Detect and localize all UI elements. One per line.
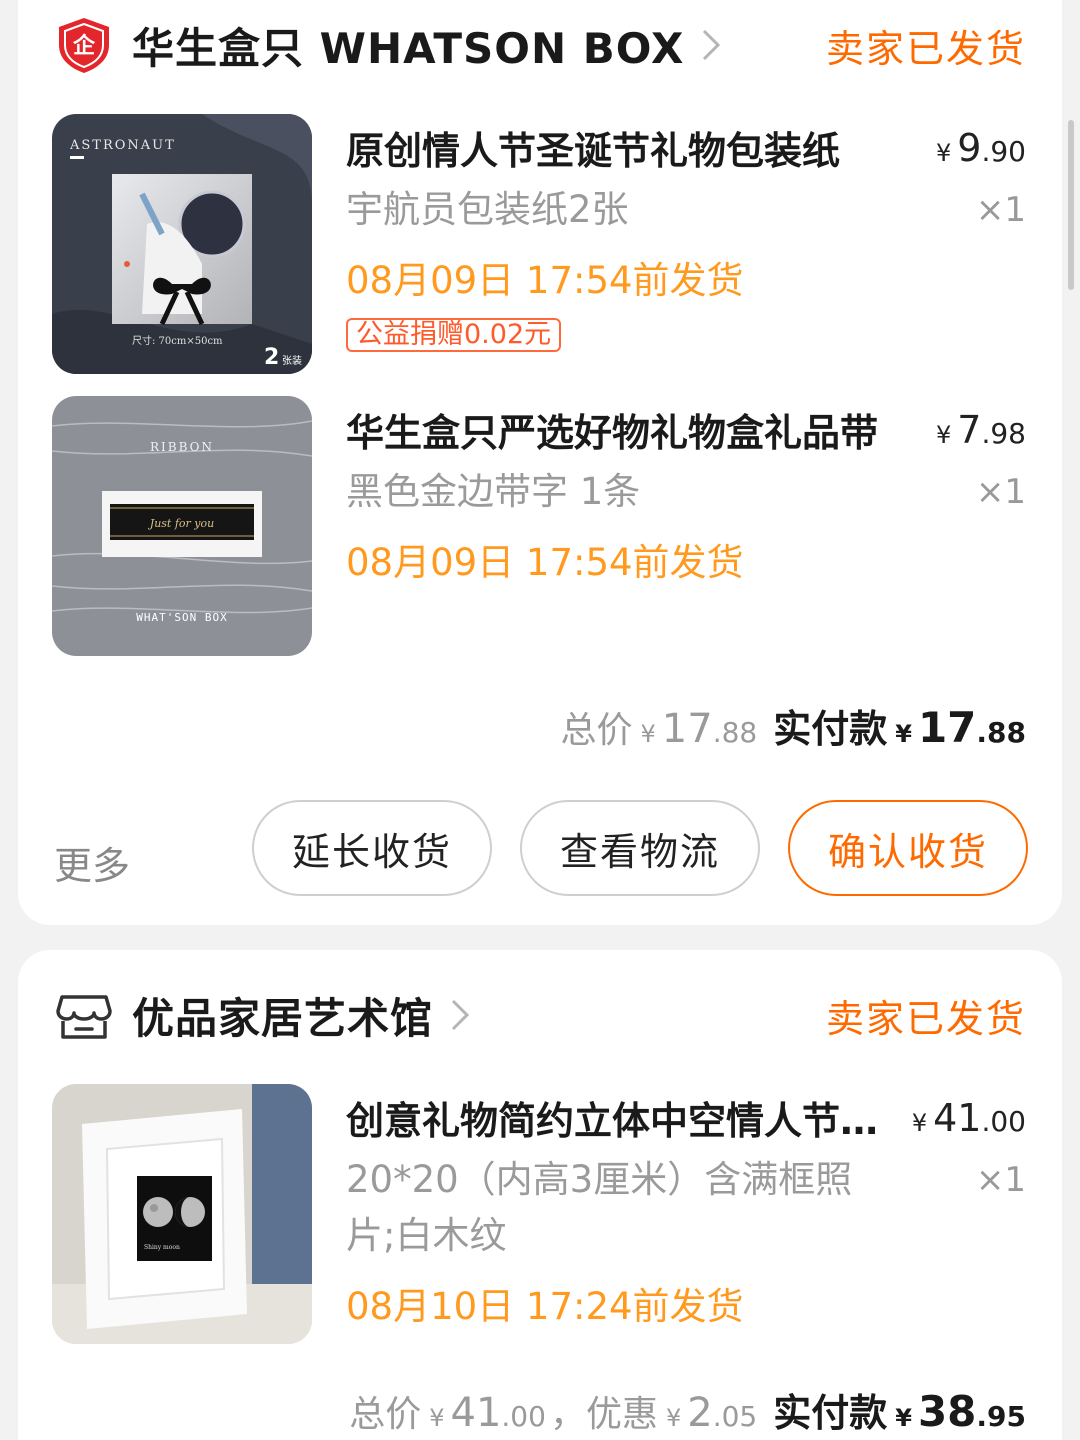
shop-name[interactable]: 华生盒只 WHATSON BOX [132,15,684,76]
shop-header[interactable]: 企 华生盒只 WHATSON BOX 卖家已发货 [54,10,1026,80]
scrollbar[interactable] [1068,120,1074,290]
thumb-count-unit: 张装 [282,354,302,367]
ship-deadline: 08月09日 17:54前发货 [346,259,744,302]
shop-header[interactable]: 优品家居艺术馆 卖家已发货 [54,980,1026,1050]
ship-deadline: 08月10日 17:24前发货 [346,1285,744,1328]
product-price: ¥7.98 [936,408,1026,452]
product-title[interactable]: 原创情人节圣诞节礼物包装纸 [346,120,881,175]
order-card: 优品家居艺术馆 卖家已发货 Shiny moon 创意礼物简约立体中空情人节相框… [18,950,1062,1440]
thumb-count-number: 2 [264,345,279,370]
product-spec: 20*20（内高3厘米）含满框照片;白木纹 [346,1158,853,1257]
shop-name[interactable]: 优品家居艺术馆 [132,985,433,1046]
product-quantity: ×1 [975,472,1026,512]
product-thumbnail[interactable]: RIBBON Just for you WHAT'SON BOX [52,396,312,656]
thumb-caption-text: Shiny moon [144,1244,180,1251]
thumb-size-text: 尺寸: 70cm×50cm [132,334,223,347]
enterprise-shield-icon: 企 [59,18,109,73]
order-status: 卖家已发货 [825,996,1026,1041]
product-title[interactable]: 华生盒只严选好物礼物盒礼品带 [346,402,881,457]
thumb-ribbon-text: Just for you [148,517,214,530]
view-logistics-button[interactable]: 查看物流 [520,800,760,896]
svg-text:企: 企 [72,33,96,59]
product-price: ¥9.90 [936,126,1026,170]
order-status: 卖家已发货 [825,26,1026,71]
product-price: ¥41.00 [911,1096,1026,1140]
product-spec: 黑色金边带字 1条 [346,470,641,513]
product-title[interactable]: 创意礼物简约立体中空情人节相框 [346,1090,881,1145]
thumb-footer-text: WHAT'SON BOX [136,611,227,624]
order-card: 企 华生盒只 WHATSON BOX 卖家已发货 ASTRONAUT 尺寸: 7… [18,0,1062,925]
thumb-brand-text: ASTRONAUT [69,138,176,153]
product-thumbnail[interactable]: ASTRONAUT 尺寸: 70cm×50cm 2 张装 [52,114,312,374]
product-thumbnail[interactable]: Shiny moon [52,1084,312,1344]
charity-tag: 公益捐赠0.02元 [346,318,562,352]
thumb-brand-text: RIBBON [150,440,214,454]
more-button[interactable]: 更多 [54,835,130,890]
extend-receipt-button[interactable]: 延长收货 [252,800,492,896]
storefront-icon [56,995,112,1039]
chevron-right-icon [703,29,721,61]
confirm-receipt-button[interactable]: 确认收货 [788,800,1028,896]
ship-deadline: 08月09日 17:54前发货 [346,541,744,584]
order-summary: 总价 ¥ 17 .88 实付款 ¥ 17 .88 [560,703,1026,752]
product-quantity: ×1 [975,1160,1026,1200]
product-spec: 宇航员包装纸2张 [346,188,629,231]
product-quantity: ×1 [975,190,1026,230]
order-summary: 总价 ¥ 41 .00 ，优惠 ¥ 2 .05 实付款 ¥ 38 .95 [349,1387,1026,1436]
chevron-right-icon [451,999,470,1031]
